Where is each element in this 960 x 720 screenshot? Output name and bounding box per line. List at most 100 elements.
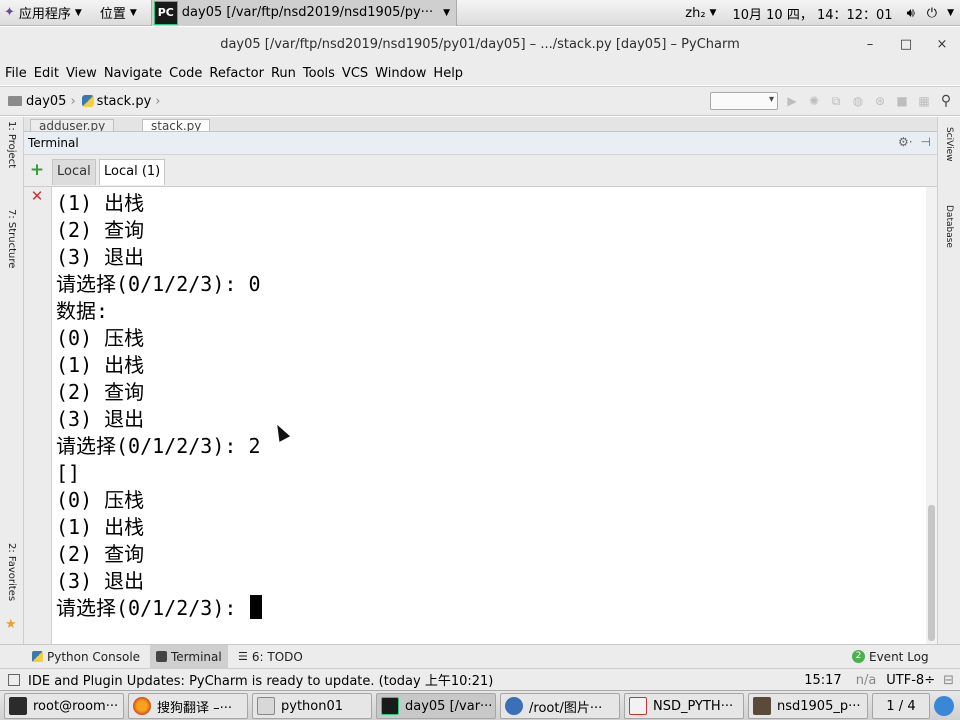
scrollbar-thumb[interactable] (928, 505, 935, 641)
profile-icon[interactable]: ◍ (850, 93, 866, 109)
notification-icon[interactable] (934, 696, 954, 716)
input-method-indicator[interactable]: zh₂ ▼ (679, 0, 722, 26)
project-tool-tab[interactable]: 1: Project (4, 121, 18, 168)
debug-icon[interactable]: ✺ (806, 93, 822, 109)
places-menu[interactable]: 位置 ▼ (94, 0, 143, 26)
terminal-output[interactable]: (1) 出栈 (2) 查询 (3) 退出 请选择(0/1/2/3): 0 数据:… (52, 187, 925, 644)
terminal-line: 请选择(0/1/2/3): 0 (56, 272, 261, 296)
menu-file[interactable]: File (2, 66, 30, 81)
terminal-scrollbar[interactable] (926, 187, 937, 644)
line-separator[interactable]: n/a (856, 673, 877, 688)
menu-help[interactable]: Help (430, 66, 466, 81)
clock[interactable]: 10月 10 四， 14：12：01 (726, 0, 898, 26)
terminal-header: Terminal ⚙· ⊣ (24, 131, 937, 155)
video-icon (753, 697, 771, 715)
pycharm-app-icon (381, 697, 399, 715)
menu-code[interactable]: Code (166, 66, 205, 81)
right-tool-strip: SciView Database (937, 117, 960, 644)
file-encoding[interactable]: UTF-8÷ (886, 673, 935, 688)
applications-menu[interactable]: ✦ 应用程序 ▼ (0, 0, 88, 26)
maximize-button[interactable]: □ (888, 27, 924, 61)
todo-icon: ☰ (238, 650, 248, 663)
menu-refactor[interactable]: Refactor (206, 66, 267, 81)
star-icon[interactable]: ★ (5, 617, 17, 632)
task-terminal[interactable]: root@room··· (4, 693, 124, 719)
task-label: /root/图片··· (529, 700, 603, 716)
breadcrumb-project[interactable]: day05 › (8, 94, 76, 109)
close-button[interactable]: × (924, 27, 960, 61)
terminal-prompt-line: 请选择(0/1/2/3): (56, 595, 263, 622)
sciview-tool-tab[interactable]: SciView (942, 127, 956, 162)
caret-position[interactable]: 15:17 (804, 673, 841, 688)
editor-tab-stack[interactable]: stack.py (142, 119, 211, 131)
menu-window[interactable]: Window (372, 66, 429, 81)
task-nsd-python[interactable]: NSD_PYTH··· (624, 693, 744, 719)
task-image-viewer[interactable]: /root/图片··· (500, 693, 620, 719)
terminal-app-icon (9, 697, 27, 715)
stop-icon[interactable]: ■ (894, 93, 910, 109)
lock-icon[interactable]: ⊟ (943, 673, 954, 688)
editor-tab-adduser[interactable]: adduser.py (30, 119, 115, 131)
task-python01[interactable]: python01 (252, 693, 372, 719)
system-top-bar: ✦ 应用程序 ▼ 位置 ▼ PC day05 [/var/ftp/nsd2019… (0, 0, 960, 26)
menu-edit[interactable]: Edit (31, 66, 62, 81)
menu-tools[interactable]: Tools (300, 66, 338, 81)
event-log-label: Event Log (869, 649, 929, 664)
terminal-line: (2) 查询 (56, 218, 145, 242)
workspace-label: 1 / 4 (886, 698, 916, 714)
apps-icon: ✦ (4, 5, 15, 20)
terminal-tab-local[interactable]: Local (52, 159, 96, 185)
chevron-right-icon: › (155, 93, 161, 109)
task-label: nsd1905_p··· (777, 698, 861, 714)
terminal-button[interactable]: Terminal (150, 645, 228, 668)
chevron-down-icon[interactable]: ▼ (947, 8, 954, 18)
workspace-switcher[interactable]: 1 / 4 (872, 693, 930, 719)
volume-icon[interactable]: 🔊︎ (901, 0, 921, 26)
python-console-button[interactable]: Python Console (26, 645, 146, 668)
run-icon[interactable]: ▶ (784, 93, 800, 109)
editor-tabs: adduser.py stack.py (24, 117, 937, 131)
task-sogou-translate[interactable]: 搜狗翻译 –··· (128, 693, 248, 719)
menu-run[interactable]: Run (268, 66, 299, 81)
terminal-tab-local-1[interactable]: Local (1) (99, 159, 166, 185)
new-session-plus-icon[interactable]: + (24, 159, 50, 181)
event-log-button[interactable]: 2 Event Log (846, 645, 935, 668)
active-window-title: day05 [/var/ftp/nsd2019/nsd1905/py··· (181, 5, 434, 20)
terminal-line: (0) 压栈 (56, 488, 145, 512)
firefox-icon (133, 697, 151, 715)
window-title: day05 [/var/ftp/nsd2019/nsd1905/py01/day… (220, 36, 740, 52)
power-icon[interactable]: ⏻ (921, 0, 943, 26)
menu-view[interactable]: View (63, 66, 100, 81)
structure-tool-tab[interactable]: 7: Structure (4, 209, 18, 268)
chevron-down-icon: ▼ (74, 7, 82, 18)
minimize-button[interactable]: – (852, 27, 888, 61)
image-viewer-icon (505, 697, 523, 715)
concurrency-icon[interactable]: ⊛ (872, 93, 888, 109)
todo-button[interactable]: ☰ 6: TODO (232, 645, 309, 668)
coverage-icon[interactable]: ⧉ (828, 93, 844, 109)
status-message[interactable]: IDE and Plugin Updates: PyCharm is ready… (28, 670, 493, 689)
breadcrumb-file[interactable]: stack.py › (81, 93, 161, 109)
vcs-icon[interactable]: ▦ (916, 93, 932, 109)
active-window-menu[interactable]: PC day05 [/var/ftp/nsd2019/nsd1905/py···… (150, 0, 458, 26)
status-bar: IDE and Plugin Updates: PyCharm is ready… (0, 668, 960, 690)
status-toggle-icon[interactable] (8, 673, 20, 686)
task-nsd1905[interactable]: nsd1905_p··· (748, 693, 868, 719)
search-icon[interactable]: ⚲ (938, 93, 954, 109)
terminal-line: (1) 出栈 (56, 191, 145, 215)
applications-menu-label: 应用程序 (18, 7, 71, 22)
terminal-line: (2) 查询 (56, 380, 145, 404)
favorites-tool-tab[interactable]: 2: Favorites (4, 543, 18, 601)
hide-panel-icon[interactable]: ⊣ (921, 135, 931, 149)
bottom-tool-window-bar: Python Console Terminal ☰ 6: TODO 2 Even… (0, 644, 960, 668)
settings-gear-icon[interactable]: ⚙· (898, 135, 913, 149)
run-configuration-select[interactable] (710, 92, 778, 110)
menu-navigate[interactable]: Navigate (101, 66, 165, 81)
database-tool-tab[interactable]: Database (942, 205, 956, 248)
pdf-icon (629, 697, 647, 715)
close-session-icon[interactable]: ✕ (24, 185, 50, 207)
terminal-line: (3) 退出 (56, 407, 145, 431)
task-pycharm[interactable]: day05 [/var··· (376, 693, 496, 719)
menu-bar: File Edit View Navigate Code Refactor Ru… (0, 61, 960, 85)
menu-vcs[interactable]: VCS (339, 66, 371, 81)
